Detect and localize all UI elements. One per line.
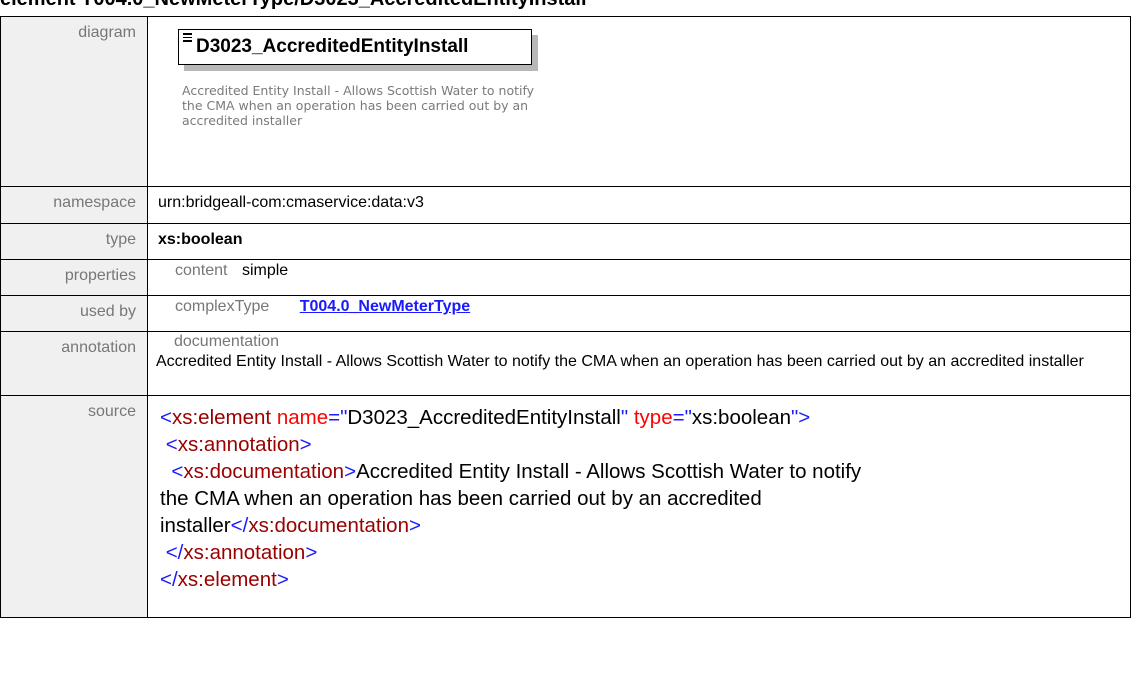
label-namespace: namespace [0,186,148,224]
label-diagram: diagram [0,16,148,187]
row-type: type xs:boolean [0,223,1131,260]
source-tag: xs:annotation [177,433,300,456]
label-annotation: annotation [0,331,148,396]
annotation-cell: documentation Accredited Entity Install … [147,331,1131,396]
source-attr: type [633,406,673,429]
row-properties: properties content simple [0,259,1131,296]
source-tag: xs:documentation [183,460,345,483]
properties-key: content [175,262,228,279]
source-text: installer [160,514,231,537]
source-line-4: the CMA when an operation has been carri… [160,485,1130,512]
page-heading: element T004.0_NewMeterType/D3023_Accred… [0,0,587,12]
label-type: type [0,223,148,260]
label-source: source [0,395,148,618]
row-diagram: diagram D3023_AccreditedEntityInstall Ac… [0,16,1131,187]
source-line-1: <xs:element name="D3023_AccreditedEntity… [160,406,811,429]
label-used-by: used by [0,295,148,332]
source-tag: xs:annotation [183,541,306,564]
element-description: Accredited Entity Install - Allows Scott… [182,83,535,128]
element-diagram-box[interactable]: D3023_AccreditedEntityInstall [178,29,532,65]
source-tag: xs:element [177,568,277,591]
element-doc-table: diagram D3023_AccreditedEntityInstall Ac… [0,16,1131,618]
label-properties: properties [0,259,148,296]
element-name: D3023_AccreditedEntityInstall [196,36,469,57]
properties-cell: content simple [147,259,1131,296]
row-namespace: namespace urn:bridgeall-com:cmaservice:d… [0,186,1131,224]
source-attr-value: D3023_AccreditedEntityInstall [347,406,621,429]
source-tag: xs:element [171,406,272,429]
source-text: the CMA when an operation has been carri… [160,487,762,510]
namespace-value: urn:bridgeall-com:cmaservice:data:v3 [147,186,1131,224]
type-value: xs:boolean [147,223,1131,260]
documentation-marker-icon [183,33,192,44]
used-by-cell: complexType T004.0_NewMeterType [147,295,1131,332]
diagram-cell: D3023_AccreditedEntityInstall Accredited… [147,16,1131,187]
source-attr: name [276,406,329,429]
source-line-6: </xs:annotation> [165,541,318,564]
complex-type-link[interactable]: T004.0_NewMeterType [300,298,470,315]
row-used-by: used by complexType T004.0_NewMeterType [0,295,1131,332]
row-source: source <xs:element name="D3023_Accredite… [0,395,1131,618]
source-tag: xs:documentation [248,514,409,537]
annotation-key: documentation [174,333,279,350]
source-code: <xs:element name="D3023_AccreditedEntity… [148,396,1130,593]
source-line-5: installer</xs:documentation> [160,514,421,537]
properties-value: simple [241,262,289,279]
source-cell: <xs:element name="D3023_AccreditedEntity… [147,395,1131,618]
source-text: Accredited Entity Install - Allows Scott… [356,460,862,483]
row-annotation: annotation documentation Accredited Enti… [0,331,1131,396]
source-attr-value: xs:boolean [691,406,792,429]
source-line-7: </xs:element> [160,568,289,591]
source-line-2: <xs:annotation> [165,433,312,456]
used-by-key: complexType [175,298,270,315]
source-line-3: <xs:documentation>Accredited Entity Inst… [171,460,862,483]
annotation-text: Accredited Entity Install - Allows Scott… [156,353,1084,370]
